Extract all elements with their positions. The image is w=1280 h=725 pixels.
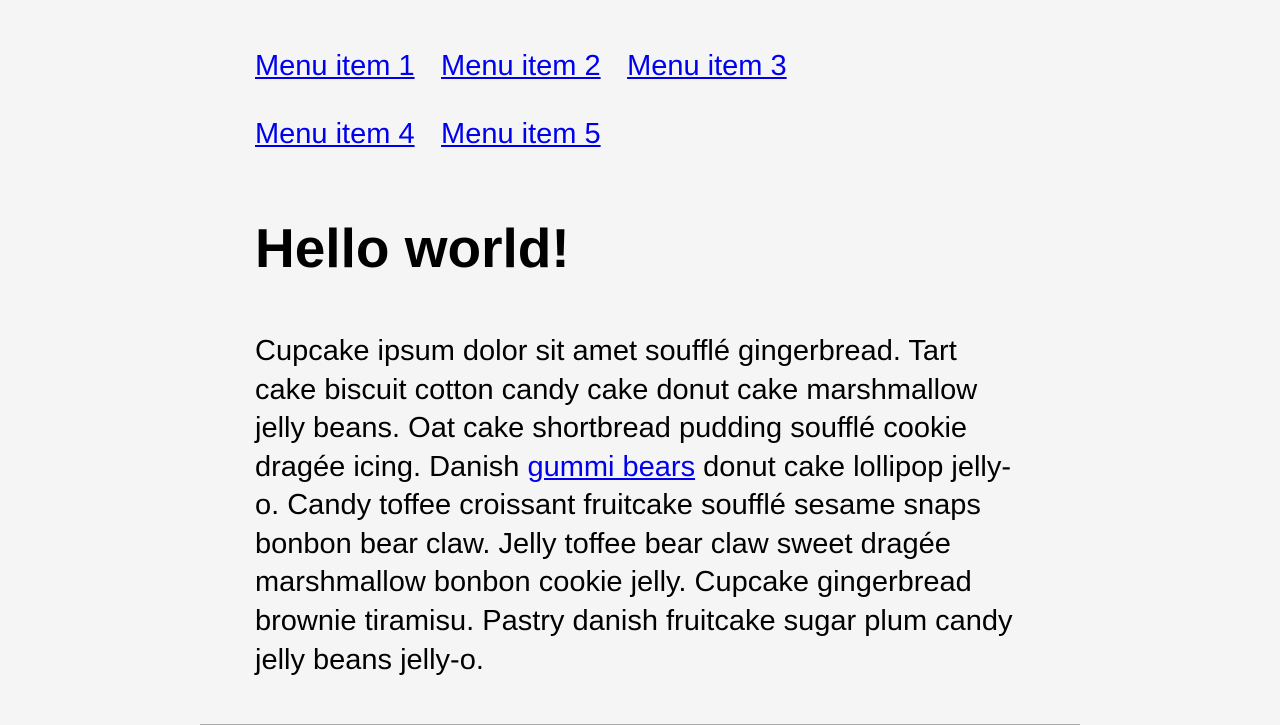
page-title: Hello world! [255, 216, 1025, 280]
body-paragraph: Cupcake ipsum dolor sit amet soufflé gin… [255, 332, 1025, 679]
paragraph-text-after-link: donut cake lollipop jelly-o. Candy toffe… [255, 451, 1013, 676]
nav-item-5[interactable]: Menu item 5 [441, 118, 601, 151]
nav-item-1[interactable]: Menu item 1 [255, 50, 415, 83]
nav-item-3[interactable]: Menu item 3 [627, 50, 787, 83]
nav-item-4[interactable]: Menu item 4 [255, 118, 415, 151]
inline-link-gummi-bears[interactable]: gummi bears [527, 451, 695, 483]
main-nav: Menu item 1 Menu item 2 Menu item 3 Menu… [255, 50, 1025, 186]
nav-item-2[interactable]: Menu item 2 [441, 50, 601, 83]
page-container: Menu item 1 Menu item 2 Menu item 3 Menu… [255, 0, 1025, 725]
